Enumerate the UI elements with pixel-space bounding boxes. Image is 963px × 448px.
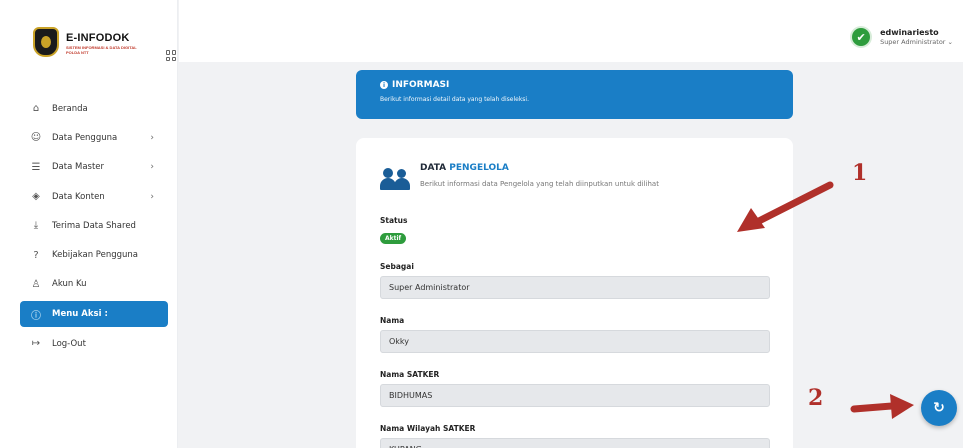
sidebar-item-data-pengguna[interactable]: ☺ Data Pengguna ›	[20, 123, 168, 152]
sidebar: E-INFODOK SISTEM INFORMASI & DATA DIGITA…	[0, 0, 178, 448]
sidebar-menu: ⌂ Beranda ☺ Data Pengguna › ☰ Data Maste…	[20, 94, 168, 358]
sidebar-item-label: Terima Data Shared	[52, 220, 136, 231]
users-group-icon	[380, 168, 410, 190]
field-label-nama-wilayah-satker: Nama Wilayah SATKER	[380, 424, 476, 433]
layers-icon: ◈	[32, 191, 40, 203]
sidebar-item-label: Log-Out	[52, 338, 86, 349]
sidebar-item-menu-aksi[interactable]: ⓘ Menu Aksi :	[20, 301, 168, 328]
brand-logo[interactable]: E-INFODOK SISTEM INFORMASI & DATA DIGITA…	[18, 20, 176, 70]
info-title: INFORMASI	[392, 80, 450, 90]
sidebar-item-label: Data Pengguna	[52, 132, 118, 143]
sidebar-item-label: Data Master	[52, 162, 105, 173]
chevron-right-icon: ›	[150, 191, 154, 202]
brand-subtitle: SISTEM INFORMASI & DATA DIGITAL POLDA NT…	[66, 45, 137, 55]
field-label-nama: Nama	[380, 316, 405, 325]
annotation-number-2: 2	[808, 385, 824, 411]
database-icon: ☰	[31, 161, 41, 173]
nama-field[interactable]: Okky	[380, 330, 770, 353]
refresh-icon: ↻	[933, 400, 945, 416]
user-icon: ♙	[31, 278, 41, 290]
topbar: ✔ edwinariesto Super Administrator ⌄	[179, 0, 963, 62]
annotation-arrow-1	[737, 181, 834, 232]
sidebar-item-kebijakan-pengguna[interactable]: ? Kebijakan Pengguna	[20, 240, 168, 269]
chevron-right-icon: ›	[150, 132, 154, 143]
user-menu[interactable]: ✔ edwinariesto Super Administrator ⌄	[852, 25, 953, 49]
info-icon: i	[380, 81, 388, 89]
info-subtitle: Berikut informasi detail data yang telah…	[380, 96, 529, 103]
card-subtitle: Berikut informasi data Pengelola yang te…	[420, 180, 659, 188]
logout-icon: ↦	[31, 338, 41, 350]
nama-wilayah-satker-field[interactable]: KUPANG	[380, 438, 770, 448]
grid-menu-icon[interactable]	[166, 50, 177, 61]
annotation-arrow-2	[850, 394, 914, 419]
nama-satker-field[interactable]: BIDHUMAS	[380, 384, 770, 407]
police-emblem-icon	[33, 27, 59, 57]
annotation-number-1: 1	[852, 160, 868, 186]
sidebar-item-data-master[interactable]: ☰ Data Master ›	[20, 153, 168, 182]
sidebar-item-label: Beranda	[52, 103, 88, 114]
sidebar-item-terima-data-shared[interactable]: ⤓ Terima Data Shared	[20, 211, 168, 240]
user-name: edwinariesto	[880, 27, 939, 37]
sidebar-item-label: Kebijakan Pengguna	[52, 250, 138, 261]
sidebar-item-label: Akun Ku	[52, 279, 87, 290]
sidebar-item-label: Menu Aksi :	[52, 309, 108, 320]
info-banner-heading: i INFORMASI	[380, 80, 793, 90]
sebagai-field[interactable]: Super Administrator	[380, 276, 770, 299]
sidebar-item-akun-ku[interactable]: ♙ Akun Ku	[20, 270, 168, 299]
sidebar-item-log-out[interactable]: ↦ Log-Out	[20, 329, 168, 358]
field-label-sebagai: Sebagai	[380, 262, 414, 271]
status-badge: Aktif	[380, 233, 407, 244]
chevron-right-icon: ›	[150, 162, 154, 173]
help-icon: ?	[33, 249, 39, 261]
sidebar-item-data-konten[interactable]: ◈ Data Konten ›	[20, 182, 168, 211]
card-title-main: DATA	[420, 163, 450, 173]
users-icon: ☺	[30, 132, 42, 144]
user-role-dropdown[interactable]: Super Administrator ⌄	[880, 38, 953, 47]
detail-card: DATA PENGELOLA Berikut informasi data Pe…	[356, 138, 793, 448]
info-banner: i INFORMASI Berikut informasi detail dat…	[356, 70, 793, 119]
home-icon: ⌂	[32, 103, 40, 115]
sidebar-item-label: Data Konten	[52, 191, 105, 202]
status-label: Status	[380, 216, 408, 225]
sidebar-item-beranda[interactable]: ⌂ Beranda	[20, 94, 168, 123]
refresh-button[interactable]: ↻	[921, 390, 957, 426]
card-title-accent: PENGELOLA	[449, 163, 509, 173]
verified-check-icon: ✔	[852, 28, 871, 46]
download-icon: ⤓	[33, 220, 39, 232]
brand-title: E-INFODOK	[66, 32, 130, 44]
field-label-nama-satker: Nama SATKER	[380, 370, 440, 379]
card-title: DATA PENGELOLA	[420, 163, 509, 173]
info-circle-icon: ⓘ	[31, 310, 41, 322]
